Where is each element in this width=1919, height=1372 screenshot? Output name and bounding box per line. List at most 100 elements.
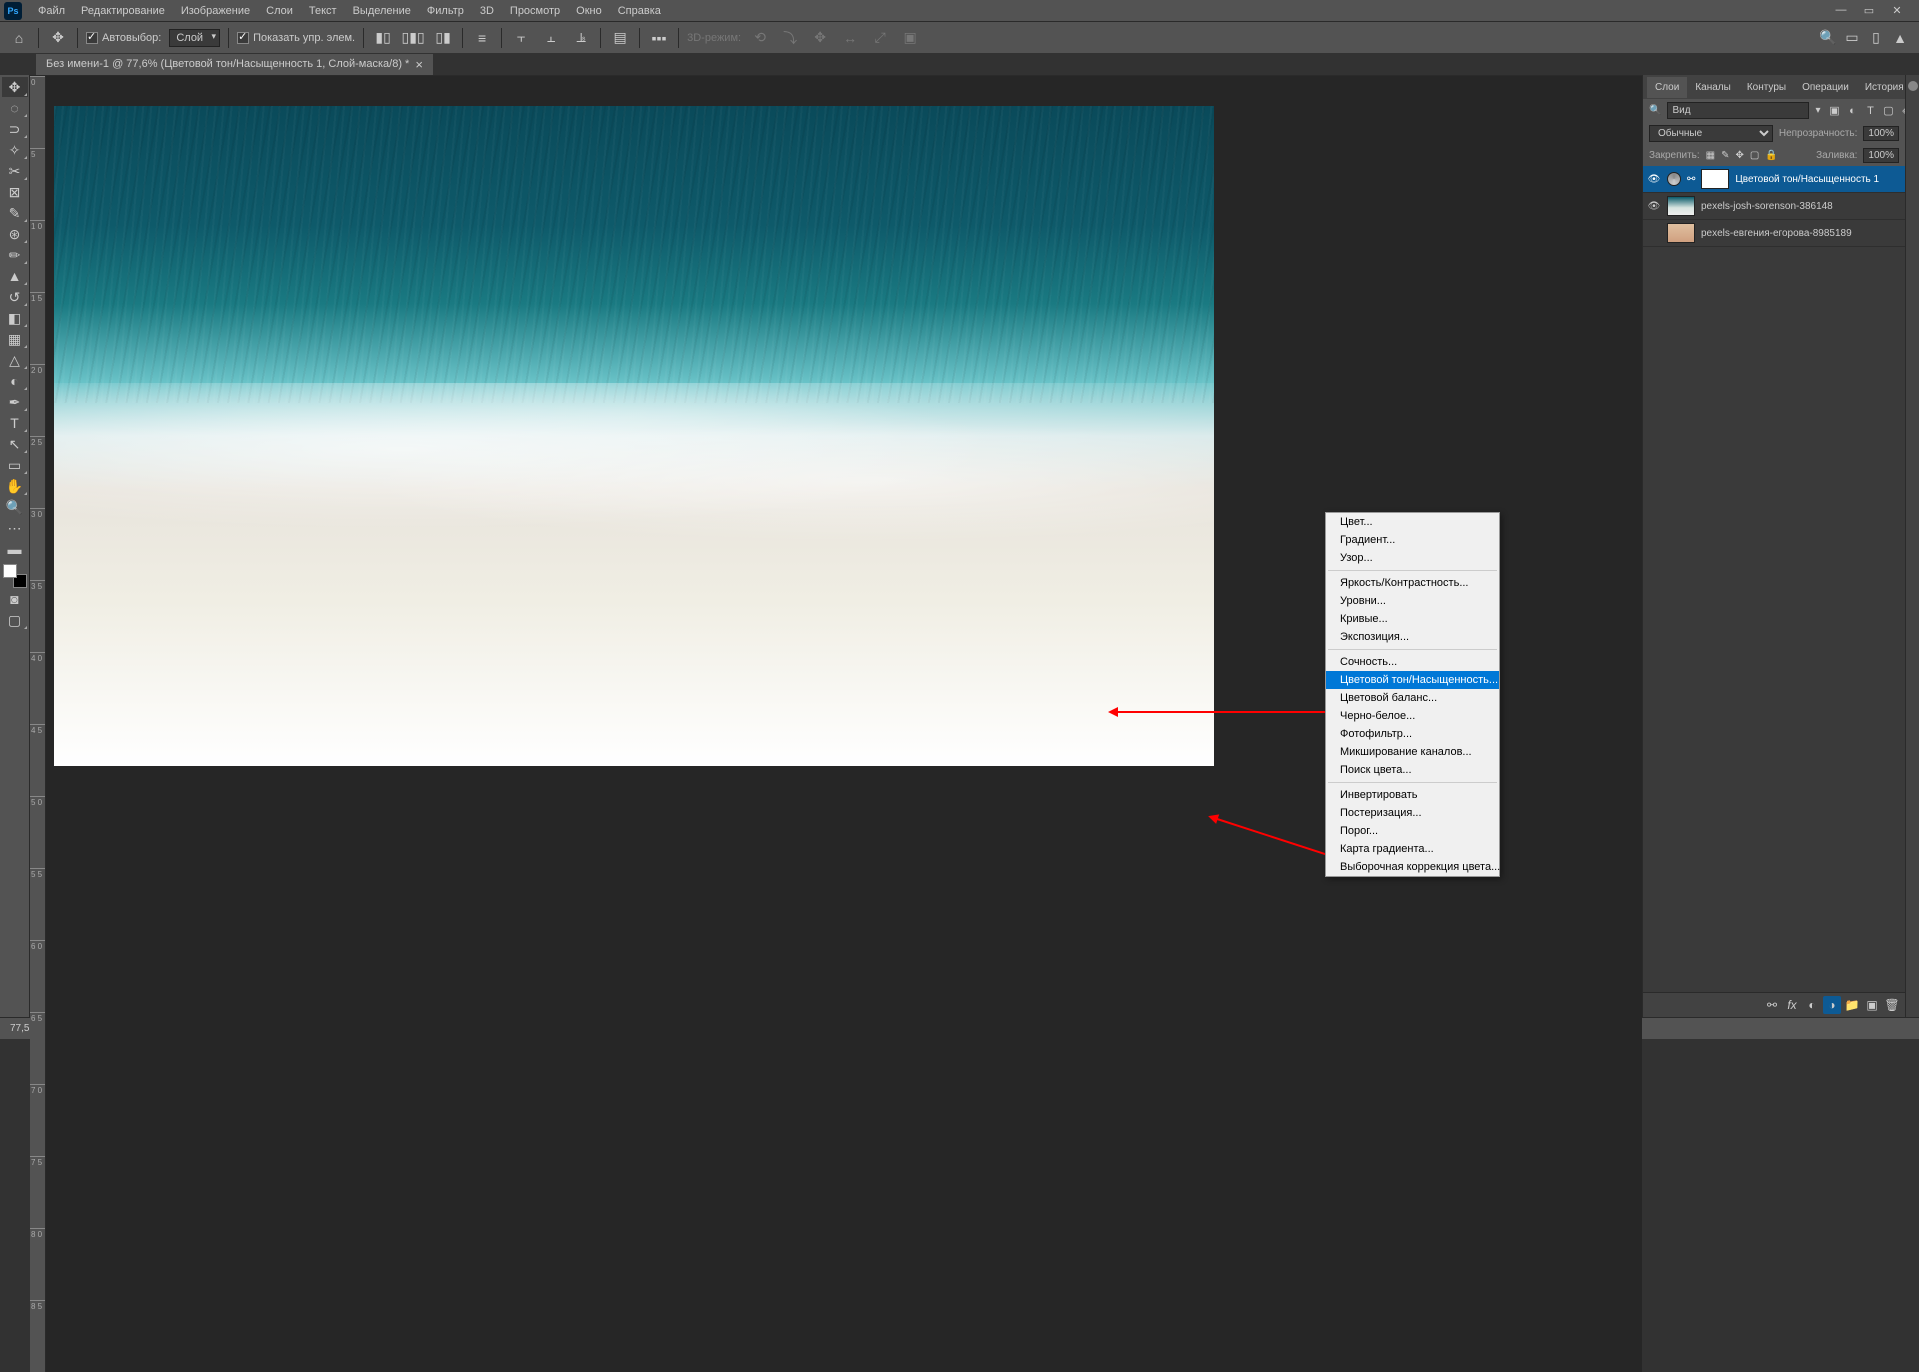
filter-pixel-icon[interactable]: ▣: [1826, 103, 1842, 119]
context-menu-item[interactable]: Цвет...: [1326, 513, 1499, 531]
panels-icon[interactable]: ▯: [1865, 27, 1887, 49]
context-menu-item[interactable]: Уровни...: [1326, 592, 1499, 610]
vertical-ruler[interactable]: 051 01 52 02 53 03 54 04 55 05 56 06 57 …: [30, 76, 46, 1372]
lock-position-icon[interactable]: ✥: [1736, 150, 1744, 161]
panel-tab-операции[interactable]: Операции: [1794, 77, 1857, 98]
context-menu-item[interactable]: Яркость/Контрастность...: [1326, 574, 1499, 592]
context-menu-item[interactable]: Фотофильтр...: [1326, 725, 1499, 743]
brush-tool[interactable]: ✏: [2, 245, 28, 265]
context-menu-item[interactable]: Экспозиция...: [1326, 628, 1499, 646]
context-menu-item[interactable]: Выборочная коррекция цвета...: [1326, 858, 1499, 876]
edit-toolbar[interactable]: ⋯: [2, 518, 28, 538]
eraser-tool[interactable]: ◧: [2, 308, 28, 328]
foreground-color-swatch[interactable]: [3, 564, 17, 578]
align-right-icon[interactable]: ▯▮: [432, 27, 454, 49]
align-center-h-icon[interactable]: ▯▮▯: [402, 27, 424, 49]
adjustment-layer-icon[interactable]: ◑: [1823, 996, 1841, 1014]
layer-row[interactable]: 👁pexels-josh-sorenson-386148: [1643, 193, 1905, 220]
align-top-icon[interactable]: ⫟: [510, 27, 532, 49]
collapsed-panel-dot[interactable]: [1908, 81, 1918, 91]
layer-row[interactable]: pexels-евгения-егорова-8985189: [1643, 220, 1905, 247]
lock-artboard-icon[interactable]: ▢: [1750, 150, 1759, 161]
blur-tool[interactable]: △: [2, 350, 28, 370]
crop-tool[interactable]: ✂: [2, 161, 28, 181]
align-center-v-icon[interactable]: ⫠: [540, 27, 562, 49]
link-layers-icon[interactable]: ⚯: [1763, 996, 1781, 1014]
filter-adjustment-icon[interactable]: ◐: [1844, 103, 1860, 119]
context-menu-item[interactable]: Градиент...: [1326, 531, 1499, 549]
lock-pixels-icon[interactable]: ✎: [1721, 150, 1729, 161]
auto-select-dropdown[interactable]: Слой: [169, 29, 220, 47]
panel-tab-каналы[interactable]: Каналы: [1687, 77, 1739, 98]
menu-item-5[interactable]: Выделение: [345, 2, 419, 20]
3d-camera-icon[interactable]: ▣: [899, 27, 921, 49]
pen-tool[interactable]: ✒: [2, 392, 28, 412]
context-menu-item[interactable]: Постеризация...: [1326, 804, 1499, 822]
visibility-toggle-icon[interactable]: 👁: [1647, 174, 1661, 185]
panel-tab-контуры[interactable]: Контуры: [1739, 77, 1794, 98]
mask-icon[interactable]: ◐: [1803, 996, 1821, 1014]
3d-pan-icon[interactable]: ✥: [809, 27, 831, 49]
lock-transparency-icon[interactable]: ▦: [1706, 150, 1715, 161]
align-bottom-icon[interactable]: ⫡: [570, 27, 592, 49]
menu-item-9[interactable]: Окно: [568, 2, 610, 20]
show-transform-checkbox[interactable]: [237, 32, 249, 44]
fx-icon[interactable]: fx: [1783, 996, 1801, 1014]
screen-mode-tool[interactable]: ▢: [2, 610, 28, 630]
3d-scale-icon[interactable]: ⤢: [869, 27, 891, 49]
context-menu-item[interactable]: Поиск цвета...: [1326, 761, 1499, 779]
window-maximize-button[interactable]: ▭: [1859, 4, 1879, 17]
context-menu-item[interactable]: Сочность...: [1326, 653, 1499, 671]
healing-brush-tool[interactable]: ⊛: [2, 224, 28, 244]
menu-item-2[interactable]: Изображение: [173, 2, 258, 20]
3d-roll-icon[interactable]: ⤵: [779, 27, 801, 49]
menu-item-6[interactable]: Фильтр: [419, 2, 472, 20]
path-selection-tool[interactable]: ↖: [2, 434, 28, 454]
color-swatches[interactable]: [3, 564, 27, 588]
rectangle-tool[interactable]: ▭: [2, 455, 28, 475]
eyedropper-tool[interactable]: ✎: [2, 203, 28, 223]
magic-wand-tool[interactable]: ✧: [2, 140, 28, 160]
hand-tool[interactable]: ✋: [2, 476, 28, 496]
context-menu-item[interactable]: Цветовой тон/Насыщенность...: [1326, 671, 1499, 689]
3d-orbit-icon[interactable]: ⟲: [749, 27, 771, 49]
clone-stamp-tool[interactable]: ▲: [2, 266, 28, 286]
window-close-button[interactable]: ✕: [1887, 4, 1907, 17]
close-tab-icon[interactable]: ×: [415, 57, 423, 72]
menu-item-10[interactable]: Справка: [610, 2, 669, 20]
group-icon[interactable]: 📁: [1843, 996, 1861, 1014]
new-layer-icon[interactable]: ▣: [1863, 996, 1881, 1014]
context-menu-item[interactable]: Цветовой баланс...: [1326, 689, 1499, 707]
delete-layer-icon[interactable]: 🗑: [1883, 996, 1901, 1014]
lock-all-icon[interactable]: 🔒: [1765, 150, 1777, 161]
gradient-tool[interactable]: ▦: [2, 329, 28, 349]
context-menu-item[interactable]: Порог...: [1326, 822, 1499, 840]
share-icon[interactable]: ▲: [1889, 27, 1911, 49]
panel-tab-слои[interactable]: Слои: [1647, 77, 1687, 98]
mask-thumbnail[interactable]: [1701, 169, 1729, 189]
context-menu-item[interactable]: Черно-белое...: [1326, 707, 1499, 725]
panel-tab-история[interactable]: История: [1857, 77, 1912, 98]
menu-item-8[interactable]: Просмотр: [502, 2, 568, 20]
auto-select-checkbox[interactable]: [86, 32, 98, 44]
3d-slide-icon[interactable]: ↔: [839, 27, 861, 49]
align-left-icon[interactable]: ▮▯: [372, 27, 394, 49]
more-options-icon[interactable]: ▪▪▪: [648, 27, 670, 49]
dodge-tool[interactable]: ◐: [2, 371, 28, 391]
filter-type-icon[interactable]: T: [1862, 103, 1878, 119]
history-brush-tool[interactable]: ↺: [2, 287, 28, 307]
move-tool[interactable]: ✥: [2, 77, 28, 97]
layer-thumbnail[interactable]: [1667, 223, 1695, 243]
context-menu-item[interactable]: Карта градиента...: [1326, 840, 1499, 858]
zoom-tool[interactable]: 🔍: [2, 497, 28, 517]
frame-tool[interactable]: ⊠: [2, 182, 28, 202]
move-tool-icon[interactable]: ✥: [47, 27, 69, 49]
mask-link-icon[interactable]: ⚯: [1687, 174, 1695, 185]
context-menu-item[interactable]: Микширование каналов...: [1326, 743, 1499, 761]
toggle-tool[interactable]: ▬: [2, 539, 28, 559]
lasso-tool[interactable]: ⊃: [2, 119, 28, 139]
type-tool[interactable]: T: [2, 413, 28, 433]
filter-shape-icon[interactable]: ▢: [1880, 103, 1896, 119]
menu-item-1[interactable]: Редактирование: [73, 2, 173, 20]
menu-item-4[interactable]: Текст: [301, 2, 345, 20]
